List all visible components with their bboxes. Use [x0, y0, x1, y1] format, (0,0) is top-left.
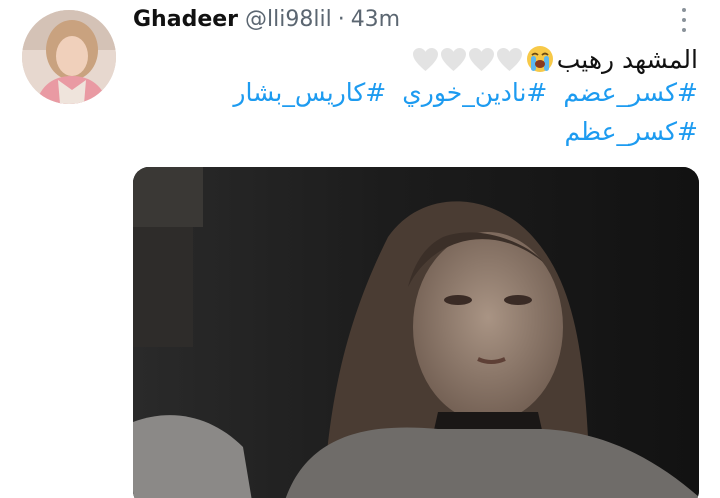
tweet-text-body: المشهد رهيب	[556, 44, 698, 74]
hashtag-link[interactable]: #كاريس_بشار	[233, 78, 386, 107]
hashtags-line-1: #كسر_عضم #نادين_خوري #كاريس_بشار	[225, 78, 698, 107]
tweet-text: المشهد رهيب	[412, 42, 698, 76]
meta-separator: ·	[337, 6, 345, 32]
white-heart-icon	[468, 47, 494, 71]
media-photo	[133, 167, 699, 498]
tweet-media[interactable]	[133, 167, 699, 498]
tweet[interactable]: Ghadeer @lli98lil · 43m المشهد رهيب #كسر…	[0, 0, 720, 498]
more-dot	[682, 18, 686, 22]
avatar[interactable]	[22, 10, 116, 104]
more-dot	[682, 8, 686, 12]
more-dot	[682, 28, 686, 32]
white-heart-icon	[496, 47, 522, 71]
display-name[interactable]: Ghadeer	[133, 7, 238, 32]
hearts	[412, 47, 524, 72]
timestamp[interactable]: 43m	[351, 7, 400, 32]
hashtag-link[interactable]: #نادين_خوري	[402, 78, 547, 107]
hashtag-link[interactable]: #كسر_عظم	[564, 117, 698, 146]
tweet-header: Ghadeer @lli98lil · 43m	[133, 4, 400, 34]
white-heart-icon	[440, 47, 466, 71]
more-vertical-icon[interactable]	[677, 8, 691, 32]
user-handle[interactable]: @lli98lil	[245, 7, 332, 32]
hashtags-line-2: #كسر_عظم	[556, 117, 698, 146]
loudly-crying-face-icon	[526, 46, 553, 72]
hashtag-link[interactable]: #كسر_عضم	[563, 78, 698, 107]
white-heart-icon	[412, 47, 438, 71]
avatar-image	[22, 10, 116, 104]
